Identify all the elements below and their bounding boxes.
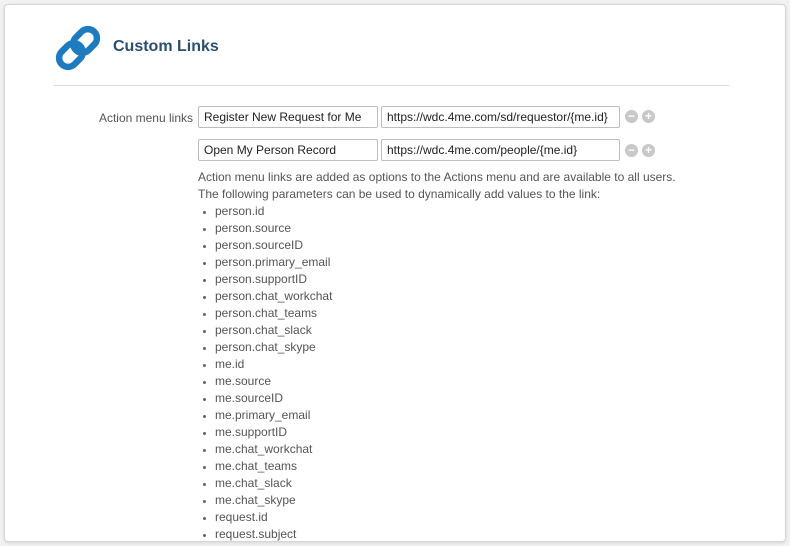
- help-line-1: Action menu links are added as options t…: [198, 170, 676, 184]
- parameter-item: me.chat_workchat: [215, 441, 758, 458]
- link-icon: [55, 25, 101, 71]
- parameter-item: person.sourceID: [215, 237, 758, 254]
- parameter-item: me.sourceID: [215, 390, 758, 407]
- link-url-input-1[interactable]: [381, 106, 620, 128]
- help-text: Action menu links are added as options t…: [198, 169, 758, 541]
- parameter-item: person.supportID: [215, 271, 758, 288]
- parameter-item: person.chat_slack: [215, 322, 758, 339]
- parameter-item: person.id: [215, 203, 758, 220]
- remove-link-button-2[interactable]: −: [625, 144, 638, 157]
- parameter-item: me.supportID: [215, 424, 758, 441]
- page-title: Custom Links: [113, 38, 219, 55]
- parameter-item: person.source: [215, 220, 758, 237]
- add-link-button-2[interactable]: +: [642, 144, 655, 157]
- add-link-button-1[interactable]: +: [642, 110, 655, 123]
- parameter-item: person.chat_teams: [215, 305, 758, 322]
- remove-link-button-1[interactable]: −: [625, 110, 638, 123]
- parameter-item: request.id: [215, 509, 758, 526]
- parameter-item: me.chat_teams: [215, 458, 758, 475]
- link-name-input-2[interactable]: [198, 139, 378, 161]
- parameter-item: me.chat_skype: [215, 492, 758, 509]
- parameter-item: me.primary_email: [215, 407, 758, 424]
- help-line-2: The following parameters can be used to …: [198, 187, 601, 201]
- custom-links-panel: Custom Links Action menu links − + − + A…: [4, 4, 786, 542]
- parameter-item: person.chat_skype: [215, 339, 758, 356]
- section-header: Custom Links: [53, 23, 729, 86]
- parameter-item: me.id: [215, 356, 758, 373]
- action-menu-links-label: Action menu links: [98, 111, 193, 125]
- link-url-input-2[interactable]: [381, 139, 620, 161]
- parameter-item: person.primary_email: [215, 254, 758, 271]
- parameter-list: person.id person.source person.sourceID …: [198, 203, 758, 541]
- parameter-item: me.source: [215, 373, 758, 390]
- parameter-item: me.chat_slack: [215, 475, 758, 492]
- parameter-item: person.chat_workchat: [215, 288, 758, 305]
- link-name-input-1[interactable]: [198, 106, 378, 128]
- parameter-item: request.subject: [215, 526, 758, 541]
